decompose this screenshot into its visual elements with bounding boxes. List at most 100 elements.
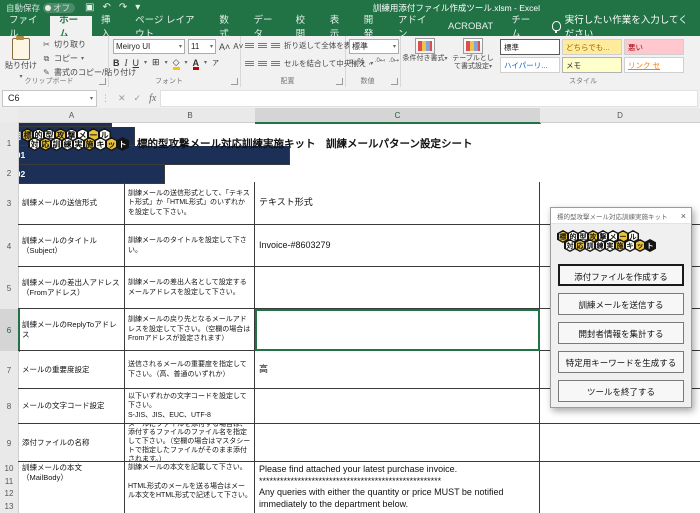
align-middle-icon[interactable] xyxy=(258,43,267,48)
exit-tool-button[interactable]: ツールを終了する xyxy=(558,380,684,402)
tab-insert[interactable]: 挿入 xyxy=(92,16,126,36)
style-hyperlink[interactable]: ハイパーリ... xyxy=(500,57,560,73)
cell-a4[interactable]: 訓練メールのタイトル （Subject） xyxy=(18,225,125,267)
row-header-1[interactable]: 1 xyxy=(0,122,19,165)
cell-a5[interactable]: 訓練メールの差出人アドレス （Fromアドレス） xyxy=(18,267,125,309)
insert-function-icon[interactable]: fx xyxy=(149,93,156,104)
create-attachment-button[interactable]: 添付ファイルを作成する xyxy=(558,264,684,286)
name-box-dropdown-icon[interactable]: ▾ xyxy=(90,95,93,102)
style-memo[interactable]: メモ xyxy=(562,57,622,73)
row-header-7[interactable]: 7 xyxy=(0,351,19,390)
cell-d9[interactable] xyxy=(540,424,700,462)
row-header-5[interactable]: 5 xyxy=(0,267,19,310)
align-bottom-icon[interactable] xyxy=(271,43,280,48)
formula-input[interactable] xyxy=(160,90,698,107)
tab-acrobat[interactable]: ACROBAT xyxy=(439,16,502,36)
select-all-corner[interactable] xyxy=(0,108,19,123)
clipboard-dialog-launcher-icon[interactable] xyxy=(99,78,106,85)
font-dialog-launcher-icon[interactable] xyxy=(231,78,238,85)
dialog-close-icon[interactable]: × xyxy=(681,211,686,221)
tab-addins[interactable]: アドイン xyxy=(389,16,439,36)
tab-file[interactable]: ファイル xyxy=(0,16,50,36)
style-bad[interactable]: 悪い xyxy=(624,39,684,55)
row-header-8[interactable]: 8 xyxy=(0,389,19,425)
column-header-d[interactable]: D xyxy=(540,108,700,123)
tell-me-box[interactable]: 実行したい作業を入力してください xyxy=(544,16,700,36)
italic-button[interactable]: I xyxy=(125,58,128,68)
row-header-4[interactable]: 4 xyxy=(0,225,19,268)
tab-home[interactable]: ホーム xyxy=(50,16,92,36)
currency-icon[interactable]: ¤ xyxy=(349,57,353,66)
cell-a8[interactable]: メールの文字コード設定 xyxy=(18,389,125,424)
cell-c4[interactable]: Invoice-#8603279 xyxy=(255,225,540,267)
cell-c3[interactable]: テキスト形式 xyxy=(255,182,540,225)
fill-color-icon[interactable]: ◇ xyxy=(173,57,180,68)
aggregate-openers-button[interactable]: 開封者情報を集計する xyxy=(558,322,684,344)
cell-b9[interactable]: メールにファイルを添付する場合は、添付するファイルのファイル名を指定して下さい。… xyxy=(125,424,255,462)
cell-d10[interactable] xyxy=(540,462,700,513)
font-name-combo[interactable]: Meiryo UI▾ xyxy=(113,39,185,54)
bold-button[interactable]: B xyxy=(113,58,120,68)
cell-c6-selected[interactable] xyxy=(255,309,540,351)
underline-button[interactable]: U xyxy=(133,58,140,68)
cell-a10[interactable]: 訓練メールの本文 （MailBody） xyxy=(18,462,125,513)
cell-b6[interactable]: 訓練メールの戻り先となるメールアドレスを設定して下さい。（空欄の場合はFromア… xyxy=(125,309,255,351)
cancel-formula-icon[interactable]: ✕ xyxy=(118,93,126,104)
cell-c10-mail-body[interactable]: Please find attached your latest purchas… xyxy=(255,462,540,513)
cell-a6[interactable]: 訓練メールのReplyToアドレス xyxy=(18,309,125,351)
tab-view[interactable]: 表示 xyxy=(321,16,355,36)
cell-c9[interactable] xyxy=(255,424,540,462)
paste-button[interactable]: 貼り付け▾ xyxy=(4,38,38,78)
column-header-b[interactable]: B xyxy=(125,108,256,123)
font-color-icon[interactable]: A xyxy=(193,58,200,68)
comma-icon[interactable]: , xyxy=(369,57,371,66)
increase-font-icon[interactable]: A˄ xyxy=(219,42,230,52)
tab-team[interactable]: チーム xyxy=(502,16,544,36)
name-box[interactable]: C6▾ xyxy=(2,90,97,107)
tab-page-layout[interactable]: ページ レイアウト xyxy=(126,16,210,36)
cell-c5[interactable] xyxy=(255,267,540,309)
cell-b8[interactable]: 以下いずれかの文字コードを設定して下さい。 S-JIS、JIS、EUC、UTF-… xyxy=(125,389,255,424)
align-center-icon[interactable] xyxy=(258,61,267,66)
cell-c8[interactable] xyxy=(255,389,540,424)
number-dialog-launcher-icon[interactable] xyxy=(391,78,398,85)
cell-a3[interactable]: 訓練メールの送信形式 xyxy=(18,182,125,225)
send-training-mail-button[interactable]: 訓練メールを送信する xyxy=(558,293,684,315)
tab-developer[interactable]: 開発 xyxy=(355,16,389,36)
row-header-3[interactable]: 3 xyxy=(0,182,19,226)
percent-icon[interactable]: % xyxy=(357,57,364,66)
generate-keyword-button[interactable]: 特定用キーワードを生成する xyxy=(558,351,684,373)
increase-decimal-icon[interactable]: .0↤ xyxy=(375,57,385,66)
cell-b4[interactable]: 訓練メールのタイトルを設定して下さい。 xyxy=(125,225,255,267)
column-header-a[interactable]: A xyxy=(18,108,126,123)
align-right-icon[interactable] xyxy=(271,61,280,66)
decrease-decimal-icon[interactable]: .0↦ xyxy=(389,57,399,66)
row-header-12[interactable]: 12 xyxy=(0,487,19,501)
cell-b5[interactable]: 訓練メールの差出人名として設定するメールアドレスを設定して下さい。 xyxy=(125,267,255,309)
number-format-combo[interactable]: 標準▾ xyxy=(349,39,399,54)
alignment-dialog-launcher-icon[interactable] xyxy=(336,78,343,85)
row-header-13[interactable]: 13 xyxy=(0,500,19,513)
tab-review[interactable]: 校閲 xyxy=(287,16,321,36)
redo-icon[interactable]: ↷ xyxy=(119,3,127,13)
tab-formulas[interactable]: 数式 xyxy=(210,16,244,36)
row-header-6[interactable]: 6 xyxy=(0,309,20,352)
align-left-icon[interactable] xyxy=(245,61,254,66)
font-size-combo[interactable]: 11▾ xyxy=(188,39,216,54)
row-header-9[interactable]: 9 xyxy=(0,424,19,463)
enter-formula-icon[interactable]: ✓ xyxy=(134,93,142,104)
align-top-icon[interactable] xyxy=(245,43,254,48)
style-link[interactable]: リンク セ xyxy=(624,57,684,73)
phonetic-guide-icon[interactable]: ア xyxy=(212,58,219,68)
borders-icon[interactable]: ⊞ xyxy=(152,57,160,68)
cell-a9[interactable]: 添付ファイルの名称 xyxy=(18,424,125,462)
conditional-formatting-button[interactable]: 条件付き書式▾ xyxy=(402,38,448,63)
style-neutral[interactable]: どちらでも... xyxy=(562,39,622,55)
cell-c7[interactable]: 高 xyxy=(255,351,540,389)
save-icon[interactable]: ▣ xyxy=(85,3,94,13)
cell-b7[interactable]: 送信されるメールの重要度を指定して下さい。（高、普通のいずれか） xyxy=(125,351,255,389)
tab-data[interactable]: データ xyxy=(245,16,287,36)
dialog-title-bar[interactable]: 標的型攻撃メール対応訓練実施キット × xyxy=(551,208,691,224)
row-header-10[interactable]: 10 xyxy=(0,462,19,476)
style-normal[interactable]: 標準 xyxy=(500,39,560,55)
